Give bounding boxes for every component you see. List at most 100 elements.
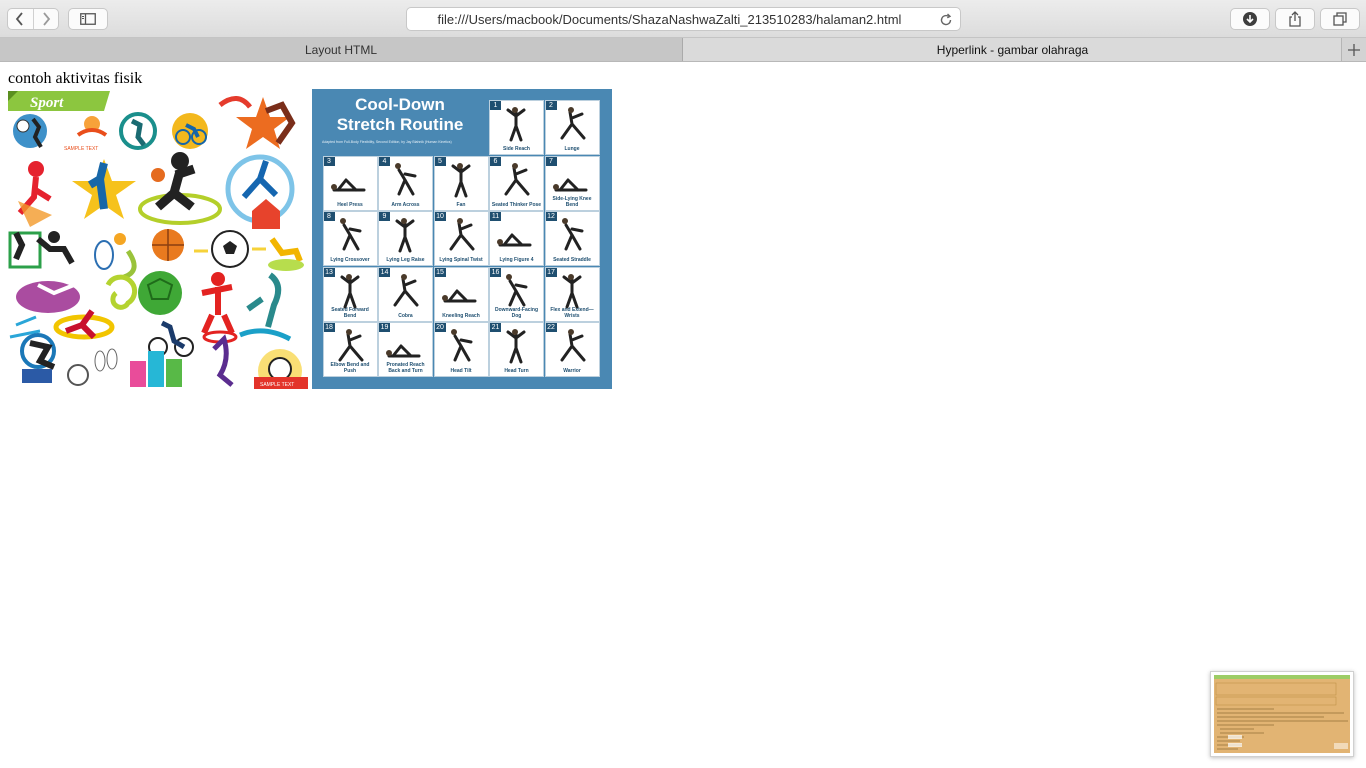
navigation-buttons xyxy=(7,8,59,30)
share-icon xyxy=(1289,11,1301,27)
stretch-number: 15 xyxy=(434,267,446,277)
stretch-figure xyxy=(560,107,585,140)
stretch-label: Seated Thinker Pose xyxy=(491,201,542,208)
stretch-cell: 6 Seated Thinker Pose xyxy=(489,155,544,211)
stretch-number: 6 xyxy=(490,156,501,166)
stretch-label: Lying Leg Raise xyxy=(386,257,425,263)
stretch-figure xyxy=(506,329,526,364)
stretch-number: 4 xyxy=(379,156,390,166)
stretch-cell: 9 Lying Leg Raise xyxy=(378,211,433,266)
stretch-figure xyxy=(393,273,419,306)
stretch-label: Head Tilt xyxy=(450,368,472,374)
stretch-label: Flex and Extend—Wrists xyxy=(550,306,594,319)
stretch-figure xyxy=(441,289,476,302)
stretch-cell: 2 Lunge xyxy=(544,100,600,155)
stretch-figure xyxy=(395,162,417,195)
sidebar-icon xyxy=(80,13,96,25)
stretch-label: Elbow Bend and Push xyxy=(330,362,370,374)
stretch-label: Kneeling Reach xyxy=(442,312,480,319)
stretch-cell: 17 Flex and Extend—Wrists xyxy=(544,266,600,322)
stretch-cell: 22 Warrior xyxy=(544,322,600,377)
new-tab-button[interactable] xyxy=(1341,38,1366,61)
stretch-cell: 19 Pronated Reach Back and Turn xyxy=(378,322,433,377)
stretch-number: 19 xyxy=(379,323,390,332)
sport-collage-image[interactable]: Sport SAMPLE TEXT SAMPLE TEXT xyxy=(8,89,308,389)
stretch-figure xyxy=(506,273,528,306)
forward-button[interactable] xyxy=(32,9,59,29)
stretch-figure xyxy=(561,218,583,251)
stretch-number: 21 xyxy=(490,323,501,332)
stretch-figure xyxy=(338,329,363,362)
stretch-figure xyxy=(386,344,421,358)
stretch-figure xyxy=(504,162,530,195)
stretch-figure xyxy=(330,178,365,191)
stretch-figure xyxy=(497,233,532,247)
stretch-label: Lying Figure 4 xyxy=(499,257,534,263)
sample-text-2: SAMPLE TEXT xyxy=(260,382,294,388)
stretch-number: 5 xyxy=(434,156,446,166)
thumbnail-graphic xyxy=(1214,675,1350,750)
stretch-subtitle: Adapted from Full-Body Flexibility, Seco… xyxy=(322,140,452,144)
address-bar[interactable]: file:///Users/macbook/Documents/ShazaNas… xyxy=(406,7,961,31)
back-button[interactable] xyxy=(8,9,33,29)
stretch-number: 7 xyxy=(545,156,557,166)
stretch-cell: 1 Side Reach xyxy=(489,100,544,155)
stretch-cell: 20 Head Tilt xyxy=(433,322,489,377)
stretch-figure xyxy=(562,273,581,308)
stretch-cell: 15 Kneeling Reach xyxy=(433,266,489,322)
stretch-number: 2 xyxy=(545,101,557,110)
stretch-label: Arm Across xyxy=(391,201,420,208)
stretch-cell: 3 Heel Press xyxy=(322,155,378,211)
stretch-number: 17 xyxy=(545,267,557,277)
thumbnail-preview xyxy=(1214,675,1350,753)
stretch-figure xyxy=(340,273,359,308)
stretch-cell: 21 Head Turn xyxy=(489,322,544,377)
tab-bar: Layout HTML Hyperlink - gambar olahraga xyxy=(0,38,1366,62)
stretch-label: Side Reach xyxy=(503,146,530,152)
tab-layout-html[interactable]: Layout HTML xyxy=(0,38,683,61)
stretch-label: Pronated Reach Back and Turn xyxy=(386,362,425,374)
stretch-cell: 16 Downward-Facing Dog xyxy=(489,266,544,322)
share-button[interactable] xyxy=(1275,8,1315,30)
stretch-label: Heel Press xyxy=(337,201,363,208)
address-url: file:///Users/macbook/Documents/ShazaNas… xyxy=(437,11,902,27)
stretch-figure xyxy=(450,329,472,362)
stretch-figure xyxy=(451,162,470,197)
stretch-figure xyxy=(339,218,361,251)
tab-hyperlink[interactable]: Hyperlink - gambar olahraga xyxy=(683,38,1342,61)
sample-text-1: SAMPLE TEXT xyxy=(64,146,98,152)
downloads-button[interactable] xyxy=(1230,8,1270,30)
stretch-label: Seated Forward Bend xyxy=(331,306,369,319)
sidebar-button[interactable] xyxy=(68,8,108,30)
stretch-figure xyxy=(560,329,585,362)
stretch-label: Lying Crossover xyxy=(330,257,370,263)
stretch-number: 8 xyxy=(323,212,335,221)
stretch-number: 22 xyxy=(545,323,557,332)
stretch-label: Fan xyxy=(456,201,466,208)
stretch-number: 11 xyxy=(490,212,501,221)
sport-collage-graphic: Sport SAMPLE TEXT SAMPLE TEXT xyxy=(8,91,308,389)
tab-label: Hyperlink - gambar olahraga xyxy=(936,42,1089,57)
stretch-cell: 12 Seated Straddle xyxy=(544,211,600,266)
window-thumbnail[interactable] xyxy=(1210,671,1354,757)
sport-banner-text: Sport xyxy=(30,95,64,111)
stretch-number: 14 xyxy=(379,267,390,277)
page-heading: contoh aktivitas fisik xyxy=(8,70,143,87)
tabs-overview-button[interactable] xyxy=(1320,8,1360,30)
reload-button[interactable] xyxy=(938,12,954,28)
cool-down-stretch-image[interactable]: Cool-Down Stretch Routine Adapted from F… xyxy=(312,89,612,389)
stretch-cell: 13 Seated Forward Bend xyxy=(322,266,378,322)
stretch-cell: 8 Lying Crossover xyxy=(322,211,378,266)
stretch-label: Lying Spinal Twist xyxy=(439,257,483,263)
stretch-label: Head Turn xyxy=(504,368,529,374)
stretch-cell: 18 Elbow Bend and Push xyxy=(322,322,378,377)
stretch-figure xyxy=(449,218,474,251)
stretch-cell: 7 Side-Lying Knee Bend xyxy=(544,155,600,211)
stretch-number: 1 xyxy=(490,101,501,110)
stretch-cell: 5 Fan xyxy=(433,155,489,211)
stretch-number: 16 xyxy=(490,267,501,277)
chevron-right-icon xyxy=(43,12,50,26)
stretch-number: 13 xyxy=(323,267,335,277)
plus-icon xyxy=(1348,43,1360,56)
stretch-title-line1: Cool-Down xyxy=(355,95,445,114)
